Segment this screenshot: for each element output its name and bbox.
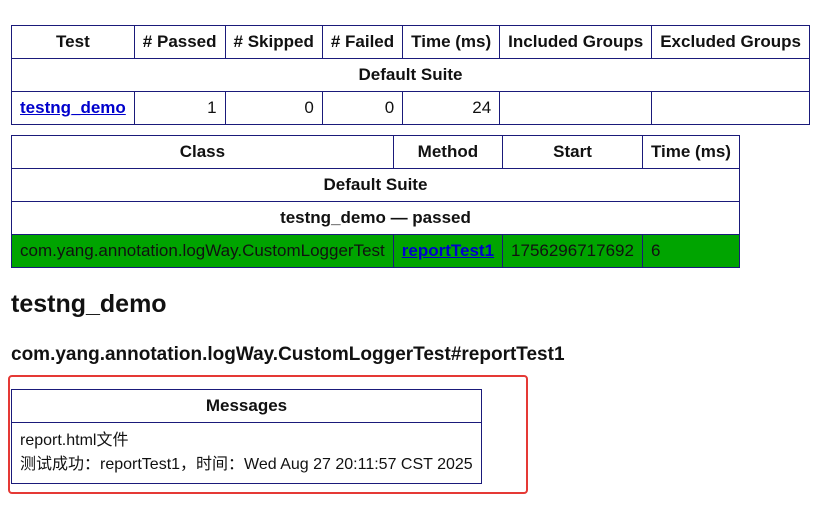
method-header-class: Class — [11, 135, 394, 169]
method-suite-row: Default Suite — [11, 168, 740, 202]
summary-header-row: Test # Passed # Skipped # Failed Time (m… — [11, 25, 810, 59]
start-time-cell: 1756296717692 — [502, 234, 643, 268]
summary-header-passed: # Passed — [133, 25, 226, 59]
summary-header-included-groups: Included Groups — [499, 25, 653, 59]
included-groups-cell — [499, 91, 653, 125]
messages-body-row: report.html文件 测试成功：reportTest1，时间：Wed Au… — [11, 422, 482, 484]
method-header-row: Class Method Start Time (ms) — [11, 135, 740, 169]
method-suite-label: Default Suite — [11, 168, 740, 202]
summary-header-failed: # Failed — [321, 25, 404, 59]
method-header-method: Method — [392, 135, 504, 169]
summary-header-skipped: # Skipped — [224, 25, 323, 59]
summary-suite-row: Default Suite — [11, 58, 810, 92]
messages-cell: report.html文件 测试成功：reportTest1，时间：Wed Au… — [11, 422, 482, 484]
message-line: report.html文件 — [20, 432, 129, 449]
summary-table: Test # Passed # Skipped # Failed Time (m… — [11, 25, 810, 125]
method-header-start: Start — [502, 135, 643, 169]
failed-count: 0 — [321, 91, 404, 125]
summary-header-time: Time (ms) — [402, 25, 501, 59]
test-time: 24 — [402, 91, 501, 125]
class-name-cell: com.yang.annotation.logWay.CustomLoggerT… — [11, 234, 394, 268]
method-table: Class Method Start Time (ms) Default Sui… — [11, 135, 740, 268]
summary-test-cell: testng_demo — [11, 91, 135, 125]
method-heading: com.yang.annotation.logWay.CustomLoggerT… — [11, 344, 565, 365]
messages-header: Messages — [11, 389, 482, 423]
bookmark-bar — [0, 0, 813, 7]
skipped-count: 0 — [224, 91, 323, 125]
method-time-cell: 6 — [641, 234, 740, 268]
test-heading: testng_demo — [11, 290, 167, 318]
method-status-row: testng_demo — passed — [11, 201, 740, 235]
test-status-label: testng_demo — passed — [11, 201, 740, 235]
summary-header-excluded-groups: Excluded Groups — [651, 25, 810, 59]
summary-suite-label: Default Suite — [11, 58, 810, 92]
message-line: 测试成功：reportTest1，时间：Wed Aug 27 20:11:57 … — [20, 456, 473, 473]
messages-table: Messages report.html文件 测试成功：reportTest1，… — [11, 389, 482, 484]
method-cell: reportTest1 — [392, 234, 504, 268]
messages-header-row: Messages — [11, 389, 482, 423]
summary-header-test: Test — [11, 25, 135, 59]
report-page: Test # Passed # Skipped # Failed Time (m… — [0, 0, 813, 506]
test-link[interactable]: testng_demo — [20, 98, 126, 117]
table-row: testng_demo 1 0 0 24 — [11, 91, 810, 125]
passed-count: 1 — [133, 91, 226, 125]
table-row: com.yang.annotation.logWay.CustomLoggerT… — [11, 234, 740, 268]
method-link[interactable]: reportTest1 — [402, 241, 494, 260]
excluded-groups-cell — [651, 91, 810, 125]
method-header-time: Time (ms) — [641, 135, 740, 169]
